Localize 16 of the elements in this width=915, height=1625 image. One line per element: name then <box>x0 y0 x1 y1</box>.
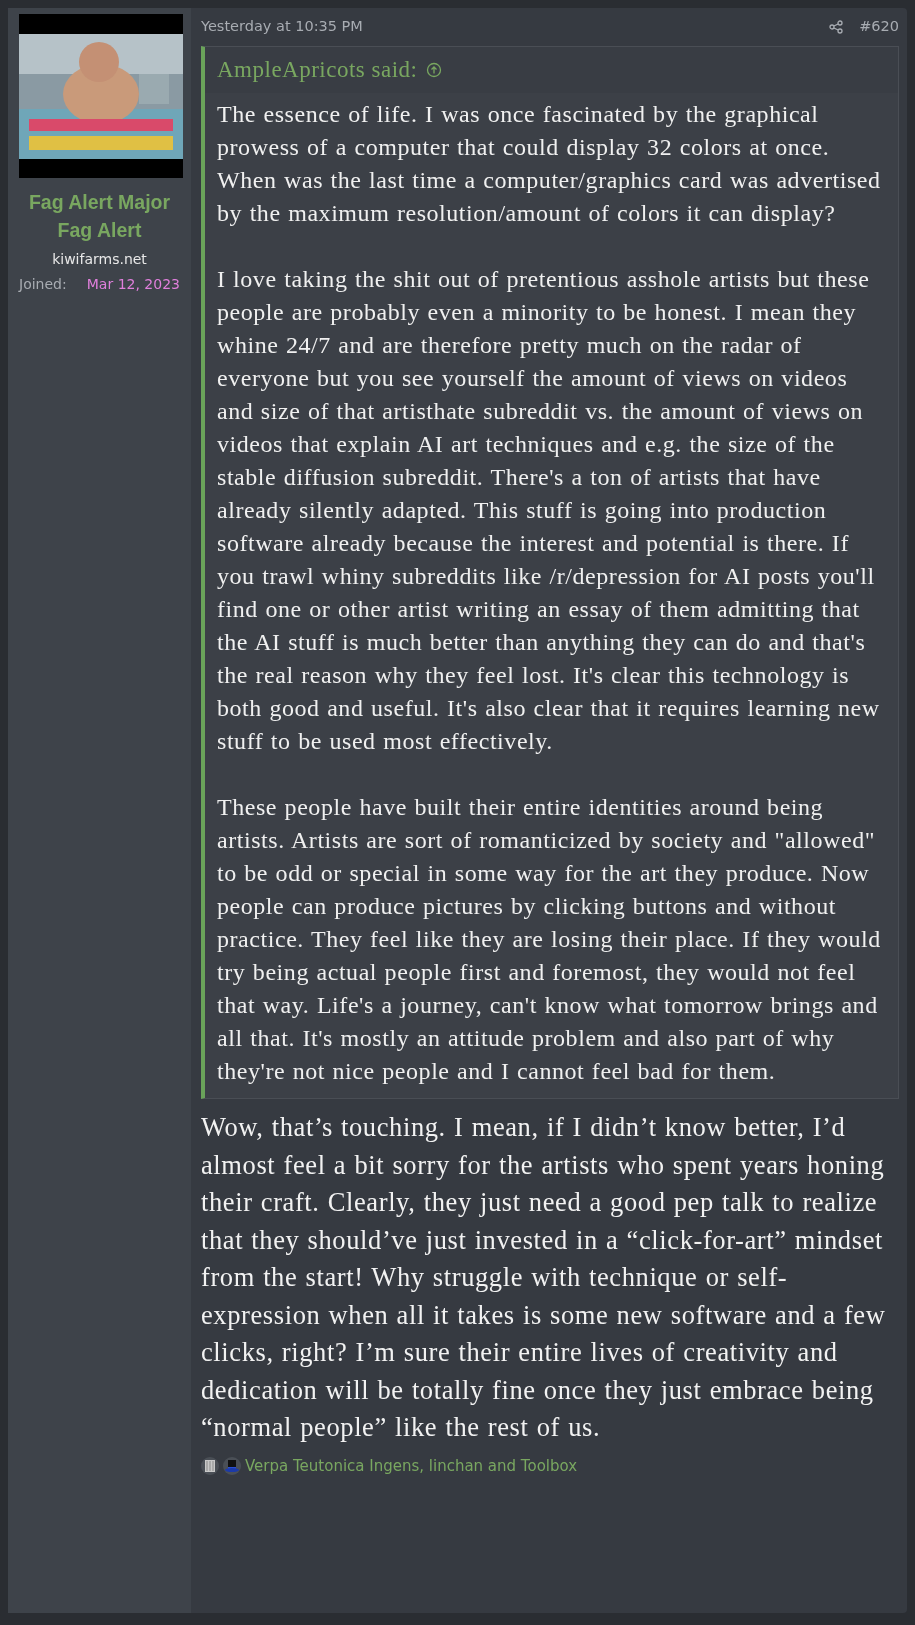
quote-paragraph: The essence of life. I was once fascinated by the graphical prowess of a computer that could display 32 colors at once. When was the last time a computer/graphics card was advertised by the maximum resolution/amount of colors it can display? <box>217 100 882 229</box>
post-number[interactable]: #620 <box>859 16 899 38</box>
username[interactable]: Fag Alert Major Fag Alert <box>13 188 186 245</box>
joined-date: Mar 12, 2023 <box>86 274 180 294</box>
cabinet-icon[interactable] <box>201 1457 219 1475</box>
post-time[interactable]: Yesterday at 10:35 PM <box>201 16 363 38</box>
quote-paragraph: These people have built their entire identities around being artists. Artists are sort of romanticized by society and "allowed" to be odd or special in some way for the art they produce. Now people can produce pictures by clicking buttons and without practice. They feel like they are losing their place. If they would try being actual people first and foremost, they would not feel that way. Life's a journey, can't know what tomorrow brings and all that. It's mostly an attitude problem and also part of why they're not nice people and I cannot feel bad for them. <box>217 793 882 1087</box>
post-text: Wow, that’s touching. I mean, if I didn’t know better, I’d almost feel a bit sorry for the artists who spent years honing their craft. Clearly, they just need a good pep talk to realize that they should’ve just invested in a “click-for-art” mindset from the start! Why struggle with technique or self-expression when all it takes is some new software and a few clicks, right? I’m sure their entire lives of creativity and dedication will be totally fine once they just embrace being “normal people” like the rest of us. <box>201 1111 887 1445</box>
quote-author[interactable]: AmpleApricots said: <box>217 52 418 88</box>
user-title: kiwifarms.net <box>51 249 148 269</box>
joined-label: Joined: <box>19 274 67 294</box>
arrow-up-icon[interactable] <box>425 62 442 78</box>
reactions-link[interactable]: Verpa Teutonica Ingens, linchan and Toolbox <box>245 1454 578 1478</box>
share-icon[interactable] <box>829 19 844 34</box>
quote-paragraph: I love taking the shit out of pretentious asshole artists but these people are probably even a minority to be honest. I mean they whine 24/7 and are therefore pretty much on the radar of everyone but you see yourself the amount of views on videos and size of that artisthate subreddit vs. the amount of views on videos that explain AI art techniques and e.g. the size of the stable diffusion subreddit. There's a ton of artists that have already silently adapted. This stuff is going into production software already because the interest and potential is there. If you trawl whiny subreddits like /r/depression for AI posts you'll find one or other artist writing an essay of them admitting that the AI stuff is much better than anything they can do and that's the real reason why they feel lost. It's clear this technology is both good and useful. It's also clear that it requires learning new stuff to be used most effectively. <box>217 265 881 757</box>
top-hat-icon[interactable] <box>223 1457 241 1475</box>
